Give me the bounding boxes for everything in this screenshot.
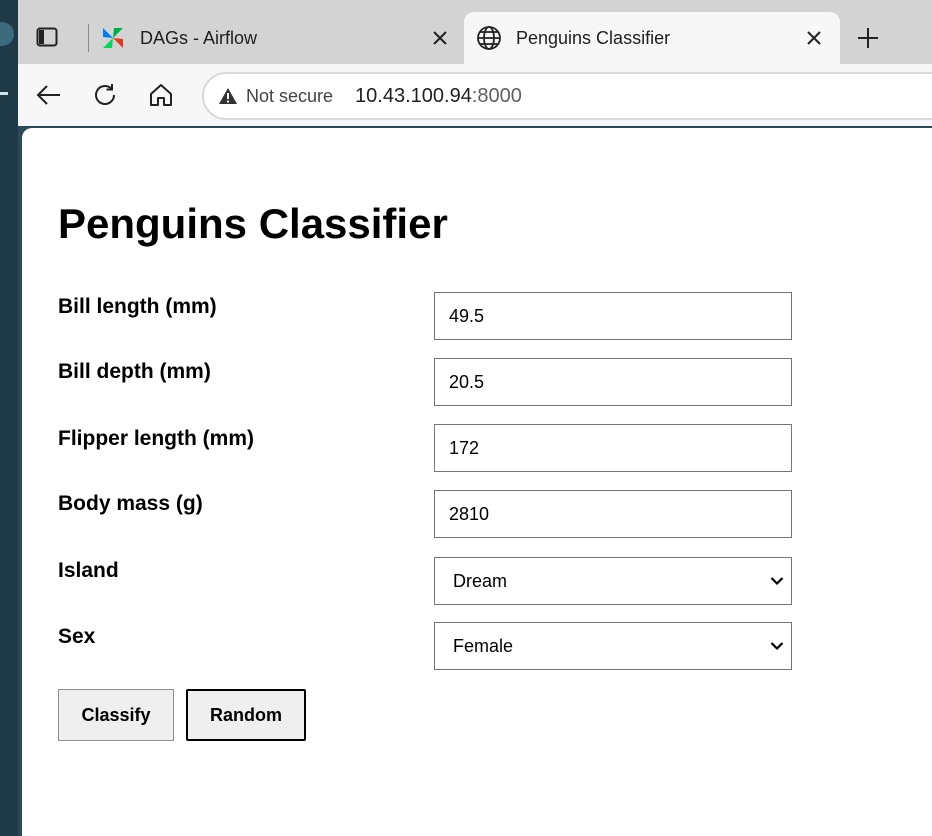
bill-depth-value: 20.5 [449, 371, 485, 392]
close-tab-icon[interactable] [802, 26, 826, 50]
body-mass-value: 2810 [449, 503, 490, 524]
airflow-icon [100, 25, 126, 51]
bill-length-input[interactable]: 49.5 [434, 292, 792, 340]
flipper-length-input[interactable]: 172 [434, 424, 792, 472]
address-bar[interactable]: Not secure 10.43.100.94:8000 [202, 72, 932, 120]
browser-toolbar: Not secure 10.43.100.94:8000 [18, 64, 932, 126]
sex-label: Sex [58, 625, 96, 648]
sex-value: Female [453, 635, 514, 656]
chevron-down-icon [769, 573, 785, 589]
desktop-left-edge [0, 0, 18, 836]
warning-icon[interactable] [218, 86, 238, 106]
close-tab-icon[interactable] [428, 26, 452, 50]
plus-icon [858, 28, 878, 48]
tab-title: Penguins Classifier [516, 27, 671, 48]
desktop-menu-icon [0, 92, 8, 95]
page-title: Penguins Classifier [58, 200, 448, 247]
body-mass-input[interactable]: 2810 [434, 490, 792, 538]
url-port: :8000 [471, 84, 522, 107]
island-select[interactable]: Dream [434, 557, 792, 605]
url-text[interactable]: 10.43.100.94:8000 [355, 85, 522, 108]
classify-button[interactable]: Classify [58, 689, 174, 741]
bill-length-value: 49.5 [449, 305, 485, 326]
security-status[interactable]: Not secure [246, 86, 333, 107]
page-content: Penguins Classifier Bill length (mm) 49.… [22, 128, 932, 836]
tab-title: DAGs - Airflow [140, 27, 258, 48]
bill-depth-input[interactable]: 20.5 [434, 358, 792, 406]
tab-actions-button[interactable] [30, 20, 64, 54]
flipper-length-label: Flipper length (mm) [58, 427, 254, 450]
back-button[interactable] [32, 78, 66, 112]
home-icon [150, 84, 172, 106]
browser-tab-strip: DAGs - Airflow Penguins Classifier [18, 0, 932, 64]
new-tab-button[interactable] [850, 20, 886, 56]
random-button[interactable]: Random [186, 689, 306, 741]
bill-length-label: Bill length (mm) [58, 295, 217, 318]
sex-select[interactable]: Female [434, 622, 792, 670]
body-mass-label: Body mass (g) [58, 492, 203, 515]
flipper-length-value: 172 [449, 437, 480, 458]
island-label: Island [58, 559, 119, 582]
tab-dags-airflow[interactable]: DAGs - Airflow [92, 12, 466, 64]
tab-separator [88, 24, 89, 52]
tab-penguins-classifier[interactable]: Penguins Classifier [464, 12, 840, 64]
bill-depth-label: Bill depth (mm) [58, 360, 211, 383]
desktop-app-icon [0, 22, 14, 46]
reload-button[interactable] [88, 78, 122, 112]
tab-actions-icon [36, 27, 58, 47]
island-value: Dream [453, 570, 508, 591]
reload-icon [95, 84, 115, 105]
globe-icon [476, 25, 502, 51]
home-button[interactable] [144, 78, 178, 112]
url-host: 10.43.100.94 [355, 84, 472, 107]
chevron-down-icon [769, 638, 785, 654]
back-arrow-icon [36, 85, 60, 105]
